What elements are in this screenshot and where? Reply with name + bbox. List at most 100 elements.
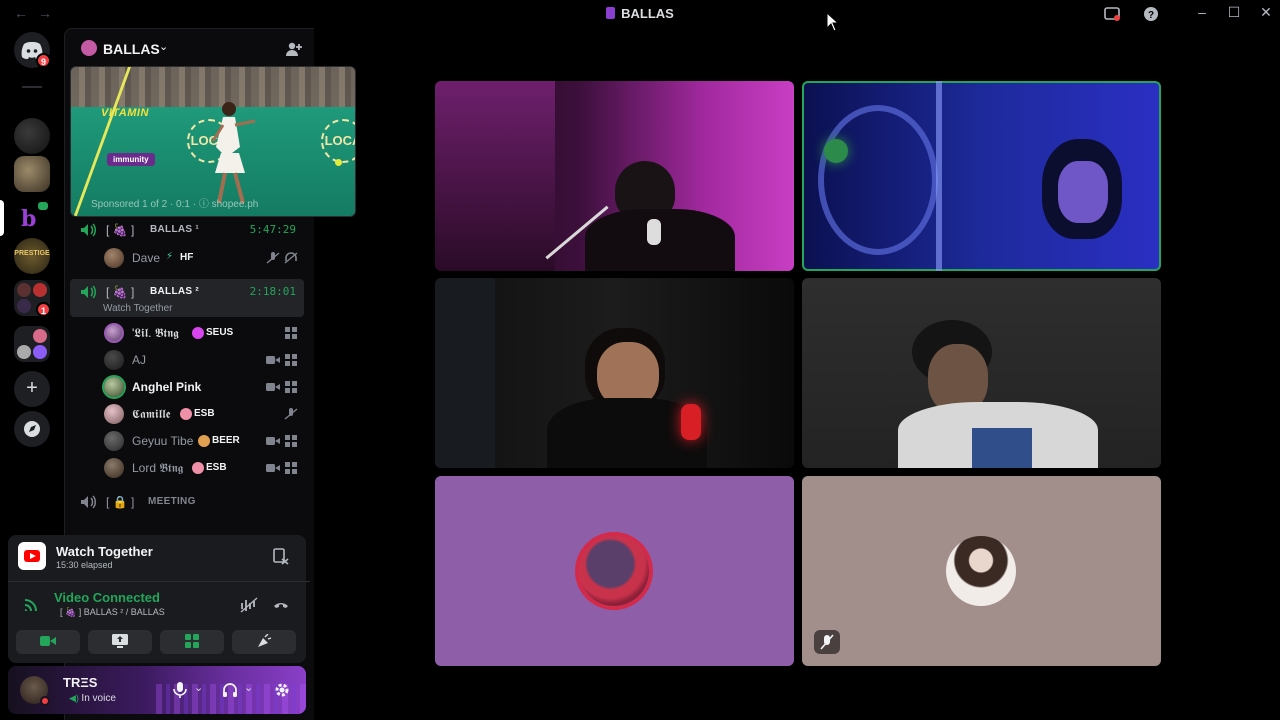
- voice-channel-meeting[interactable]: [ 🔒 ] MEETING: [70, 489, 304, 515]
- tile-wall: [435, 278, 495, 468]
- headphones-icon[interactable]: [222, 682, 238, 698]
- muted-indicator: [814, 630, 840, 654]
- tennis-ball: [335, 159, 342, 166]
- channel-emoji-label: [ 🍇 ]: [106, 223, 135, 237]
- soundboard-button[interactable]: [232, 630, 296, 654]
- video-tile[interactable]: [802, 278, 1161, 468]
- minimize-icon[interactable]: –: [1192, 4, 1212, 20]
- avatar-tile[interactable]: [802, 476, 1161, 666]
- maximize-icon[interactable]: ☐: [1224, 4, 1244, 21]
- voice-member-speaking[interactable]: Anghel Pink: [104, 374, 304, 400]
- shirt-print: [972, 428, 1032, 468]
- voice-member[interactable]: Geyuu Tibe BEER: [104, 428, 304, 454]
- red-microphone: [681, 404, 701, 440]
- member-tag: SEUS: [192, 326, 236, 339]
- disconnect-icon[interactable]: [272, 597, 290, 613]
- rail-divider: [22, 86, 42, 88]
- tennis-player-image: [211, 102, 256, 204]
- noise-suppression-icon[interactable]: [240, 597, 258, 613]
- soundboard-icon: [258, 634, 272, 647]
- voice-member[interactable]: AJ: [104, 347, 304, 373]
- server-folder-1[interactable]: 1: [14, 280, 51, 317]
- voice-connection-status[interactable]: Video Connected: [54, 590, 160, 605]
- mouse-cursor-icon: [826, 12, 838, 32]
- discord-home-icon[interactable]: 9: [14, 32, 51, 68]
- activity-rocket-icon: [185, 634, 199, 648]
- activities-button[interactable]: [160, 630, 224, 654]
- member-tag-text: SEUS: [206, 327, 234, 338]
- watch-together-row[interactable]: Watch Together 15:30 elapsed: [8, 535, 310, 575]
- channel-timer: 5:47:29: [249, 223, 296, 236]
- server-header[interactable]: BALLAS ⌄: [65, 29, 315, 67]
- user-name[interactable]: TRΞS: [63, 675, 97, 690]
- activity-icon: [285, 354, 297, 366]
- youtube-icon: [18, 542, 46, 570]
- video-tile[interactable]: [435, 278, 794, 468]
- status-dot: [40, 696, 50, 706]
- settings-gear-icon[interactable]: [274, 682, 290, 698]
- user-avatar-large: [946, 536, 1016, 606]
- channel-emoji-label: [ 🍇 ]: [106, 285, 135, 299]
- member-name: Lord 𝕭𝖙𝖓𝖌: [132, 461, 184, 475]
- server-home-icon: [81, 40, 97, 56]
- avatar-tile[interactable]: [435, 476, 794, 666]
- ad-headline: VITAMIN: [101, 107, 149, 119]
- activity-icon: [285, 381, 297, 393]
- avatar: [104, 377, 124, 397]
- discover-icon[interactable]: [14, 411, 50, 447]
- audio-options-chevron-icon[interactable]: ⌄: [244, 681, 253, 694]
- mic-muted-icon: [820, 634, 834, 650]
- add-server-icon[interactable]: +: [14, 371, 50, 407]
- avatar: [104, 350, 124, 370]
- member-name: 𝕮𝖆𝖒𝖎𝖑𝖑𝖊: [132, 407, 171, 421]
- avatar: [104, 323, 124, 343]
- invite-people-icon[interactable]: [285, 40, 303, 58]
- microphone-icon[interactable]: [172, 682, 188, 698]
- inbox-icon[interactable]: [1104, 6, 1120, 22]
- voice-channel-ballas2[interactable]: [ 🍇 ] BALLAS ² 2:18:01 Watch Together: [70, 279, 304, 317]
- server-icon-ballas[interactable]: b: [14, 200, 50, 236]
- screen-share-button[interactable]: [88, 630, 152, 654]
- pc-fan-ring: [818, 105, 938, 255]
- camera-button[interactable]: [16, 630, 80, 654]
- rgb-light: [824, 139, 848, 163]
- channel-activity: Watch Together: [103, 303, 173, 314]
- video-tile-speaking[interactable]: [802, 81, 1161, 271]
- voice-member-dave[interactable]: Dave ⚡ HF: [104, 245, 304, 271]
- channel-name: MEETING: [148, 496, 196, 507]
- help-icon[interactable]: ?: [1143, 6, 1159, 22]
- title-bar: ← → BALLAS ? – ☐ ✕: [0, 0, 1280, 28]
- activity-icon: [285, 327, 297, 339]
- screen-share-icon: [112, 634, 128, 648]
- video-camera-icon: [40, 636, 56, 646]
- leave-activity-icon[interactable]: [272, 547, 290, 565]
- member-tag-text: ESB: [206, 462, 227, 473]
- close-icon[interactable]: ✕: [1256, 4, 1276, 21]
- channel-timer: 2:18:01: [249, 285, 296, 298]
- voice-member[interactable]: 𝕮𝖆𝖒𝖎𝖑𝖑𝖊 ESB: [104, 401, 304, 427]
- connection-signal-icon[interactable]: [20, 591, 44, 615]
- ad-sponsored-label: Sponsored 1 of 2 · 0:1 · ⓘ shopee.ph: [91, 199, 259, 210]
- sponsored-video-preview[interactable]: VITAMIN immunity LOCA LOCA Sponsored 1 o…: [70, 66, 356, 217]
- member-tag: ESB: [180, 407, 218, 420]
- voice-member[interactable]: '𝕷𝖎𝖑. 𝕭𝖙𝖓𝖌 SEUS: [104, 320, 304, 346]
- server-name: BALLAS: [103, 41, 160, 57]
- mic-options-chevron-icon[interactable]: ⌄: [194, 681, 203, 694]
- server-icon-prestige[interactable]: PRESTIGE: [14, 238, 50, 274]
- video-tile[interactable]: [435, 81, 794, 271]
- avatar: [104, 458, 124, 478]
- member-name: Anghel Pink: [132, 380, 202, 394]
- activity-icon: [285, 435, 297, 447]
- server-icon-2[interactable]: [14, 156, 50, 192]
- ad-tag: immunity: [107, 153, 155, 166]
- speaker-icon: [81, 495, 96, 509]
- user-avatar[interactable]: [20, 676, 50, 706]
- voice-member[interactable]: Lord 𝕭𝖙𝖓𝖌 ESB: [104, 455, 304, 481]
- voice-channel-ballas1[interactable]: [ 🍇 ] BALLAS ¹ 5:47:29: [70, 217, 304, 243]
- video-camera-icon: [266, 437, 280, 445]
- deafened-icon: [284, 252, 298, 264]
- server-folder-2[interactable]: [14, 326, 50, 362]
- server-icon: [606, 7, 616, 19]
- activity-icon: [285, 462, 297, 474]
- server-icon-1[interactable]: [14, 118, 50, 154]
